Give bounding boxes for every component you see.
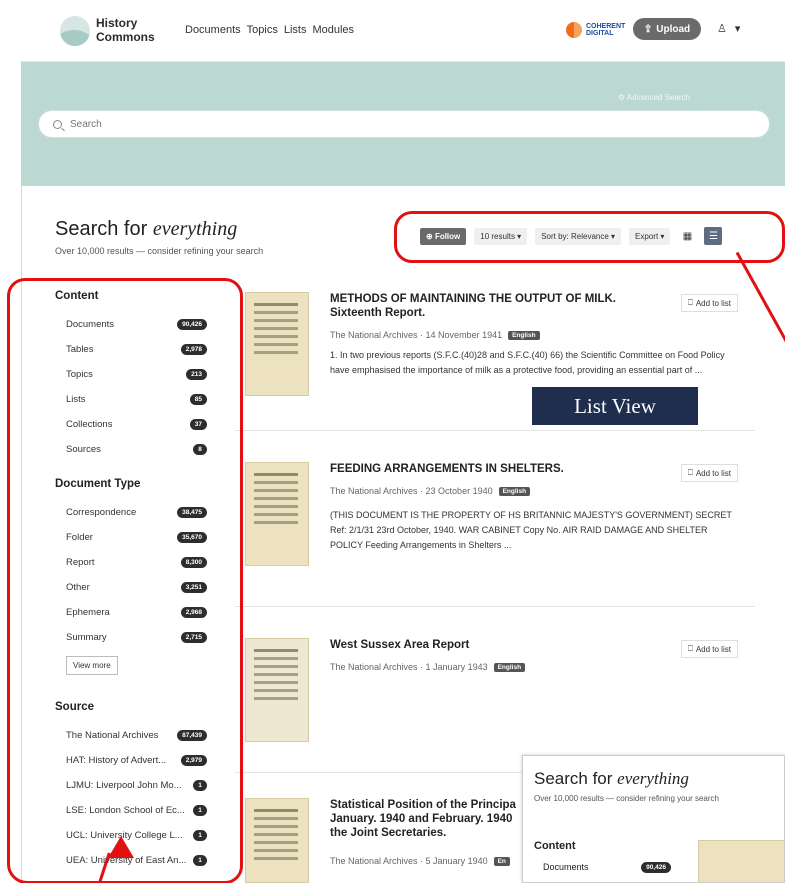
document-thumbnail[interactable] [245, 798, 309, 883]
zoomed-inset-panel: Search for everything Over 10,000 result… [522, 755, 785, 883]
result-source-date: The National Archives · 5 January 1940 [330, 856, 488, 866]
add-to-list-button[interactable]: ⎕ Add to list [681, 640, 738, 658]
result-description: 1. In two previous reports (S.F.C.(40)28… [330, 350, 725, 375]
advanced-search-label: Advanced Search [626, 93, 690, 102]
nav-lists[interactable]: Lists [284, 24, 307, 36]
upload-icon: ⇪ [643, 23, 653, 35]
main-nav: Documents Topics Lists Modules [185, 24, 354, 36]
results-title: Search for everything [55, 218, 237, 241]
result-meta: The National Archives · 1 January 1943 En… [330, 662, 526, 672]
advanced-search-link[interactable]: ⚙ Advanced Search [618, 93, 690, 102]
result-title[interactable]: FEEDING ARRANGEMENTS IN SHELTERS. [330, 462, 670, 476]
site-header: History Commons Documents Topics Lists M… [21, 0, 785, 62]
bookmark-icon: ⎕ [688, 298, 693, 307]
language-badge: English [508, 330, 540, 340]
search-bar[interactable] [38, 110, 770, 138]
annotation-arrowhead-icon [108, 836, 134, 858]
inset-title: Search for everything [534, 769, 689, 789]
toolbar-highlight-annotation [394, 211, 785, 263]
bookmark-icon: ⎕ [688, 468, 693, 477]
coherent-digital-logo[interactable]: COHERENT DIGITAL [566, 22, 625, 38]
logo-line-1: History [96, 16, 138, 30]
document-thumbnail[interactable] [245, 638, 309, 742]
coherent-digital-mark-icon [566, 22, 582, 38]
result-title[interactable]: Statistical Position of the Principa Jan… [330, 798, 520, 840]
user-icon: ♙ [717, 23, 727, 35]
bookmark-icon: ⎕ [688, 644, 693, 653]
results-title-emphasis: everything [152, 218, 238, 240]
language-badge: English [493, 662, 526, 672]
user-menu[interactable]: ♙ ▾ [717, 22, 740, 35]
result-meta: The National Archives · 5 January 1940 En [330, 856, 510, 866]
logo-line-2: Commons [96, 30, 155, 44]
list-view-annotation-label: List View [532, 387, 698, 425]
inset-filter-label: Documents [543, 862, 589, 872]
partner-line-1: COHERENT [586, 23, 626, 30]
upload-label: Upload [656, 23, 691, 35]
document-thumbnail[interactable] [245, 292, 309, 396]
result-meta: The National Archives · 23 October 1940 E… [330, 486, 531, 496]
inset-document-thumbnail [698, 840, 784, 882]
add-to-list-label: Add to list [695, 298, 731, 308]
inset-content-heading: Content [534, 840, 576, 852]
inset-title-prefix: Search for [534, 769, 613, 788]
results-subtitle: Over 10,000 results — consider refining … [55, 246, 264, 256]
search-input[interactable] [70, 118, 670, 130]
add-to-list-button[interactable]: ⎕ Add to list [681, 464, 738, 482]
result-description: (THIS DOCUMENT IS THE PROPERTY OF HS BRI… [330, 510, 732, 550]
nav-documents[interactable]: Documents [185, 24, 241, 36]
result-title[interactable]: West Sussex Area Report [330, 638, 670, 652]
add-to-list-label: Add to list [695, 468, 731, 478]
site-logo-text[interactable]: History Commons [96, 16, 176, 44]
divider [235, 430, 755, 431]
results-title-prefix: Search for [55, 218, 148, 240]
language-badge: En [493, 856, 510, 866]
inset-filter-documents: Documents 90,426 [543, 862, 671, 873]
upload-button[interactable]: ⇪ Upload [633, 18, 701, 40]
sidebar-highlight-annotation [7, 278, 243, 883]
inset-title-emphasis: everything [617, 769, 689, 788]
history-commons-logo-icon[interactable] [60, 16, 90, 46]
result-title[interactable]: METHODS OF MAINTAINING THE OUTPUT OF MIL… [330, 292, 670, 320]
chevron-down-icon: ▾ [734, 23, 741, 35]
result-source-date: The National Archives · 23 October 1940 [330, 486, 493, 496]
search-hero: ⚙ Advanced Search [21, 62, 785, 186]
partner-line-2: DIGITAL [586, 30, 614, 37]
result-meta: The National Archives · 14 November 1941… [330, 330, 540, 340]
add-to-list-button[interactable]: ⎕ Add to list [681, 294, 738, 312]
result-source-date: The National Archives · 1 January 1943 [330, 662, 488, 672]
search-icon [53, 119, 62, 129]
result-source-date: The National Archives · 14 November 1941 [330, 330, 503, 340]
document-thumbnail[interactable] [245, 462, 309, 566]
add-to-list-label: Add to list [695, 644, 731, 654]
language-badge: English [498, 486, 531, 496]
inset-count-badge: 90,426 [641, 862, 671, 873]
coherent-digital-text: COHERENT DIGITAL [586, 23, 625, 37]
nav-topics[interactable]: Topics [247, 24, 278, 36]
inset-subtitle: Over 10,000 results — consider refining … [534, 794, 719, 803]
divider [235, 606, 755, 607]
nav-modules[interactable]: Modules [312, 24, 354, 36]
